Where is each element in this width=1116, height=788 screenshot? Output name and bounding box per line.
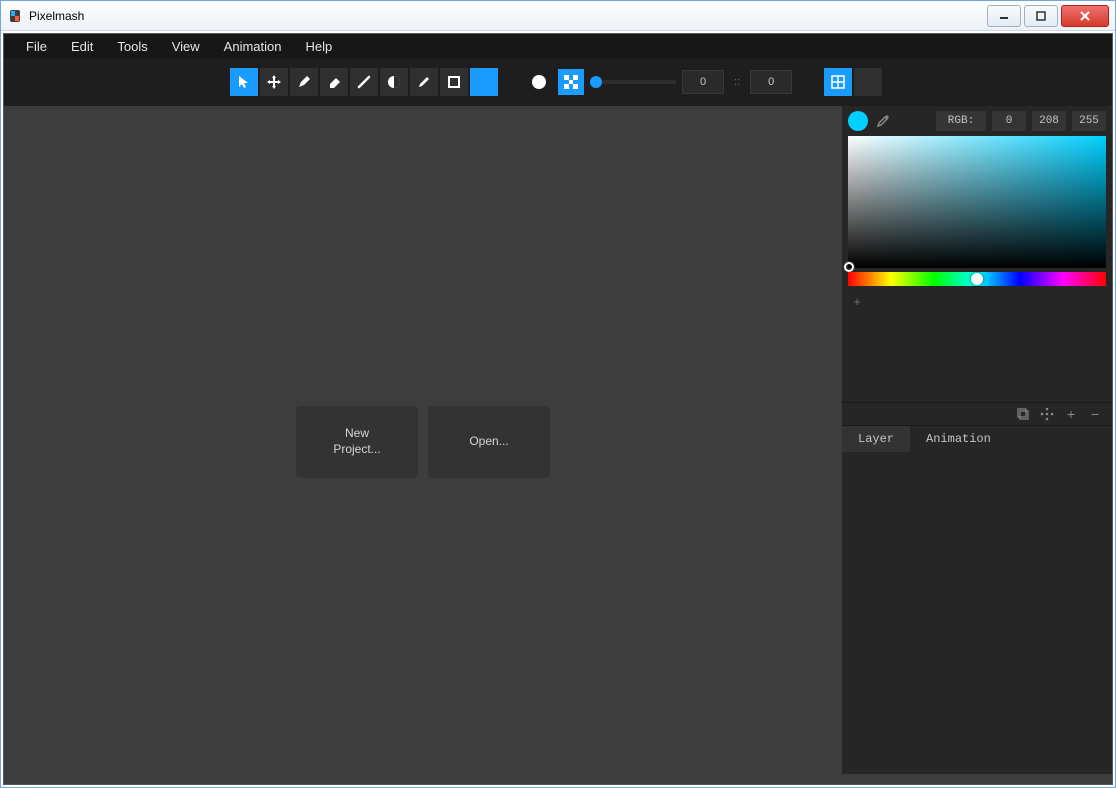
panel-tabs: Layer Animation [842,426,1112,452]
pencil-tool[interactable] [410,68,438,96]
size-field-1[interactable]: 0 [682,70,724,94]
menu-help[interactable]: Help [293,36,344,57]
menu-view[interactable]: View [160,36,212,57]
brush-round-icon[interactable] [526,69,552,95]
tab-layer[interactable]: Layer [842,426,910,452]
canvas-area: New Project... Open... [4,106,842,774]
grid-toggle[interactable] [824,68,852,96]
color-row: RGB: 0 208 255 [842,106,1112,136]
rgb-g[interactable]: 208 [1032,111,1066,131]
brush-size-slider[interactable] [590,80,676,84]
open-label: Open... [469,434,508,450]
layer-copy-icon[interactable] [1014,405,1032,423]
fill-tool[interactable] [380,68,408,96]
brush-settings: 0 :: 0 [526,69,792,95]
size-separator: :: [734,76,740,88]
layer-panel [842,452,1112,774]
workarea: New Project... Open... RGB: 0 208 255 [4,106,1112,774]
menu-edit[interactable]: Edit [59,36,105,57]
new-project-label: New Project... [333,426,380,457]
menu-animation[interactable]: Animation [212,36,294,57]
current-color-swatch[interactable] [848,111,868,131]
open-card[interactable]: Open... [428,406,550,478]
app-body: File Edit Tools View Animation Help [3,33,1113,785]
size-field-2[interactable]: 0 [750,70,792,94]
toolbar: 0 :: 0 [4,58,1112,106]
brush-square-icon[interactable] [558,69,584,95]
slider-thumb[interactable] [590,76,602,88]
menu-file[interactable]: File [14,36,59,57]
rect-tool[interactable] [440,68,468,96]
window-title: Pixelmash [29,9,84,23]
select-tool[interactable] [230,68,258,96]
new-project-card[interactable]: New Project... [296,406,418,478]
menubar: File Edit Tools View Animation Help [4,34,1112,58]
minimize-button[interactable] [987,5,1021,27]
menu-tools[interactable]: Tools [105,36,159,57]
eyedropper-icon[interactable] [874,112,892,130]
maximize-button[interactable] [1024,5,1058,27]
move-tool[interactable] [260,68,288,96]
saturation-box[interactable] [848,136,1106,268]
layer-toolbar: + − [842,402,1112,426]
color-mode-button[interactable]: RGB: [936,111,986,131]
brush-tool[interactable] [290,68,318,96]
hue-thumb[interactable] [971,273,983,285]
hue-slider[interactable] [848,272,1106,286]
app-window: Pixelmash File Edit Tools View Animation… [0,0,1116,788]
grid-settings[interactable] [854,68,882,96]
app-icon [7,8,23,24]
tool-buttons [230,68,498,96]
layer-remove-icon[interactable]: − [1086,405,1104,423]
rgb-b[interactable]: 255 [1072,111,1106,131]
palette-row: + [848,292,1106,312]
layer-center-icon[interactable] [1038,405,1056,423]
eraser-tool[interactable] [320,68,348,96]
color-swatch[interactable] [470,68,498,96]
sidebar: RGB: 0 208 255 + + [842,106,1112,774]
sidebar-gap [842,314,1112,402]
start-cards: New Project... Open... [296,406,550,478]
saturation-thumb[interactable] [844,262,854,272]
rgb-r[interactable]: 0 [992,111,1026,131]
titlebar: Pixelmash [1,1,1115,31]
line-tool[interactable] [350,68,378,96]
close-button[interactable] [1061,5,1109,27]
window-controls [984,5,1109,27]
palette-add-icon[interactable]: + [848,292,866,310]
tab-animation[interactable]: Animation [910,426,1007,452]
grid-buttons [824,68,882,96]
layer-add-icon[interactable]: + [1062,405,1080,423]
statusbar [4,774,1112,784]
